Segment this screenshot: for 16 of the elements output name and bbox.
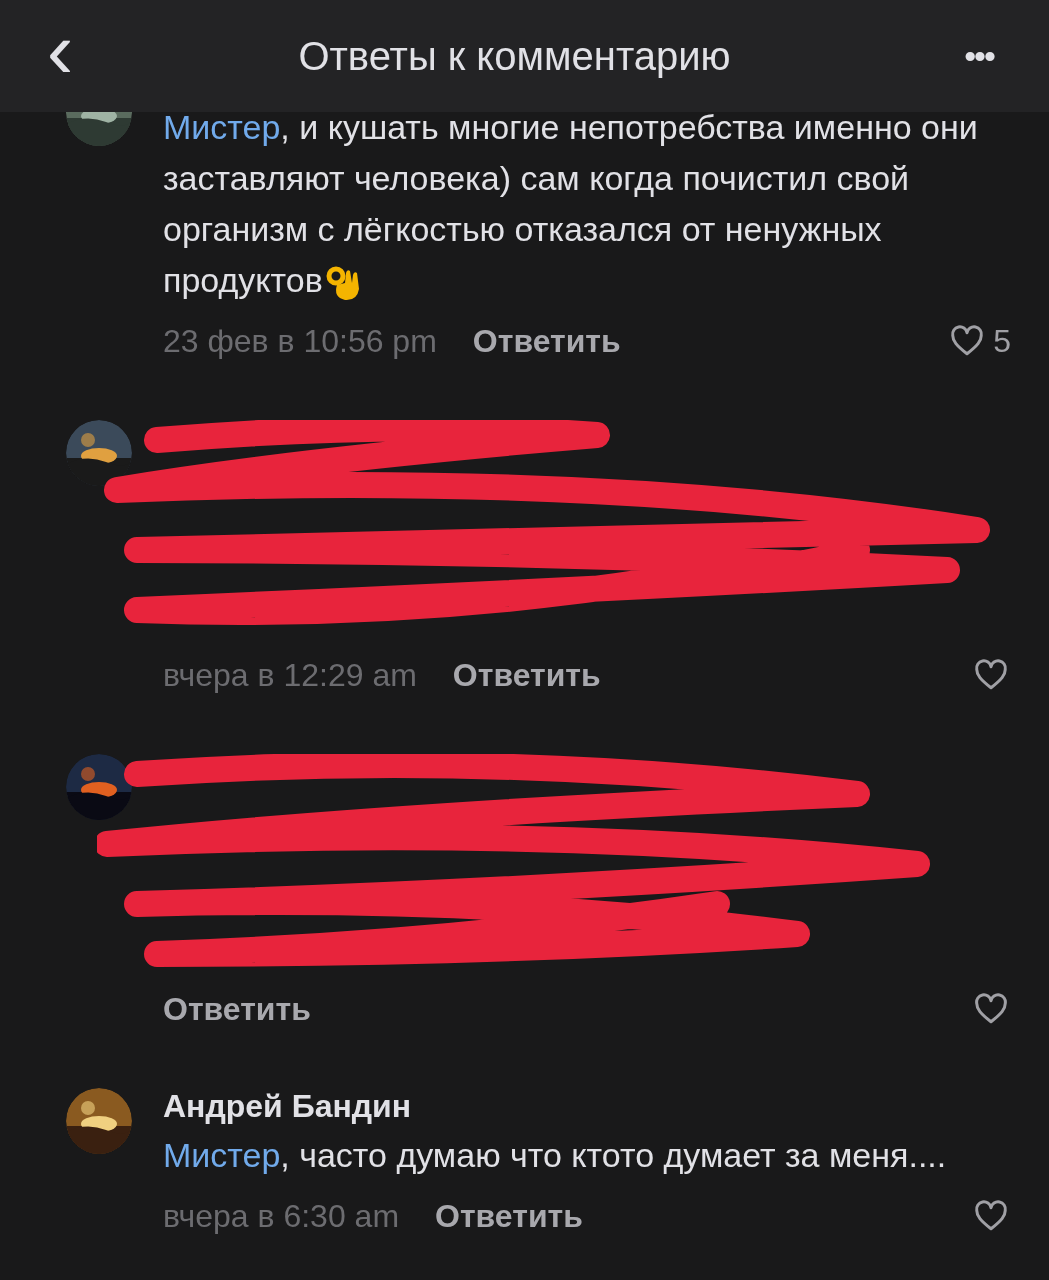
comment-text: Мистер, и кушать многие непотребства именно они заставляют человека) сам когда почистил свой организм с лёгкостью отказался от ненужных продуктов: [163, 112, 1011, 306]
mention-link[interactable]: Мистер: [163, 1136, 281, 1174]
reply-link[interactable]: Ответить: [452, 651, 601, 699]
comment-time: 23 фев в 10:56 pm: [163, 322, 437, 361]
more-button[interactable]: •••: [939, 30, 1019, 82]
back-button[interactable]: ‹: [30, 11, 90, 91]
comment-time: вчера в 12:29 am: [163, 656, 417, 695]
mention-link[interactable]: Мистер: [163, 112, 281, 146]
reply-link[interactable]: Ответить: [435, 1192, 583, 1240]
comment-time: вчера в 6:30 am: [163, 1197, 400, 1236]
reply-link[interactable]: Ответить: [163, 985, 311, 1033]
comment-text: Мистер, часто думаю что ктото думает за меня....: [163, 1135, 948, 1176]
page-title: Ответы к комментарию: [297, 33, 732, 80]
reply-link[interactable]: Ответить: [472, 317, 621, 365]
author-name[interactable]: Андрей Бандин: [163, 1082, 1011, 1130]
like-count: 5: [993, 322, 1011, 361]
